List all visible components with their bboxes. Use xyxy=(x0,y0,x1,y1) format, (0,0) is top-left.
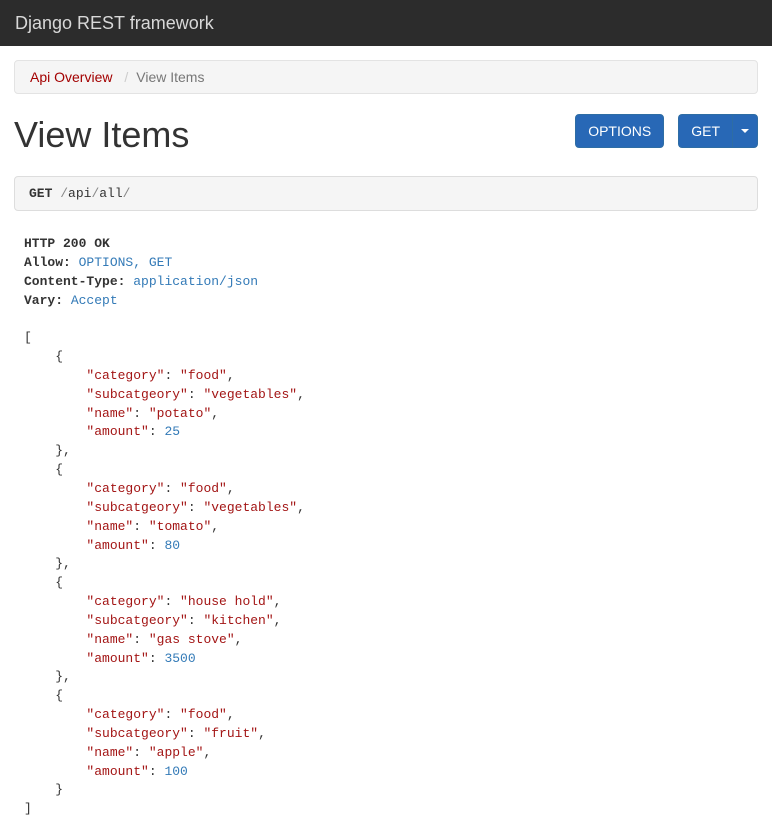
navbar: Django REST framework xyxy=(0,0,772,46)
get-dropdown-toggle[interactable] xyxy=(732,114,758,148)
navbar-brand[interactable]: Django REST framework xyxy=(15,0,214,46)
request-line: GET /api/all/ xyxy=(14,176,758,211)
request-path-1: all xyxy=(99,186,122,201)
chevron-down-icon xyxy=(741,129,749,133)
page-title: View Items xyxy=(14,114,189,156)
get-button-group: GET xyxy=(678,114,758,148)
request-method: GET xyxy=(29,186,52,201)
action-buttons: OPTIONS GET xyxy=(575,114,758,148)
main-container: Api Overview View Items View Items OPTIO… xyxy=(0,46,772,833)
breadcrumb-link-api-overview[interactable]: Api Overview xyxy=(30,69,112,85)
breadcrumb-item-current: View Items xyxy=(116,69,204,85)
request-path-0: api xyxy=(68,186,91,201)
breadcrumb-item-api-overview: Api Overview xyxy=(30,69,112,85)
breadcrumb: Api Overview View Items xyxy=(14,60,758,94)
get-button[interactable]: GET xyxy=(678,114,732,148)
options-button[interactable]: OPTIONS xyxy=(575,114,664,148)
header-row: View Items OPTIONS GET xyxy=(14,114,758,156)
response-body: HTTP 200 OK Allow: OPTIONS, GET Content-… xyxy=(14,231,758,819)
